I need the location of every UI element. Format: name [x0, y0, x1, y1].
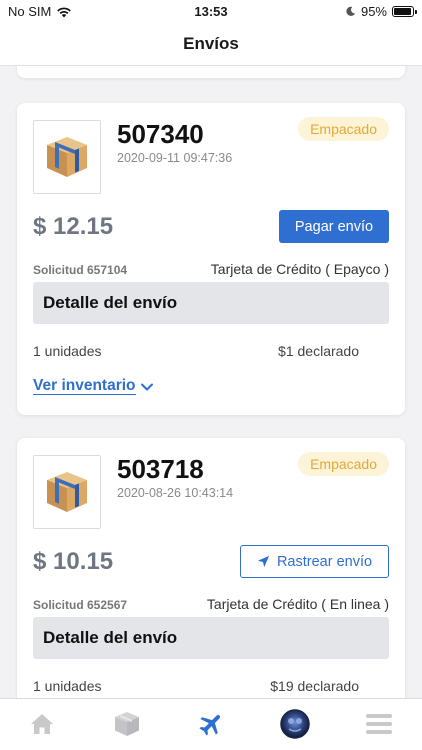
payment-method: Tarjeta de Crédito ( En linea ) — [206, 596, 389, 612]
menu-icon — [366, 714, 392, 734]
status-badge: Empacado — [298, 117, 389, 141]
shipment-detail-header[interactable]: Detalle del envío — [33, 617, 389, 659]
view-inventory-label: Ver inventario — [33, 377, 136, 395]
declared-value: $1 declarado — [278, 343, 359, 359]
moon-icon — [346, 6, 356, 16]
tab-bar — [0, 698, 422, 750]
shipment-number: 503718 — [117, 454, 204, 484]
tab-profile[interactable] — [280, 709, 310, 739]
package-thumbnail — [33, 120, 101, 194]
shipment-date: 2020-08-26 10:43:14 — [117, 486, 234, 500]
units-count: 1 unidades — [33, 678, 102, 694]
page-title: Envíos — [183, 33, 239, 53]
pay-shipment-label: Pagar envío — [294, 218, 374, 235]
units-count: 1 unidades — [33, 343, 102, 359]
package-icon — [47, 137, 87, 177]
shipment-number: 507340 — [117, 119, 204, 149]
request-number: Solicitud 652567 — [33, 598, 128, 612]
box-icon — [115, 712, 139, 736]
avatar — [280, 709, 310, 739]
shipment-price: $ 12.15 — [33, 213, 114, 240]
shipment-card[interactable]: 507340 2020-09-11 09:47:36 Empacado $ 12… — [17, 103, 405, 415]
package-icon — [47, 472, 87, 512]
track-shipment-label: Rastrear envío — [276, 553, 373, 570]
declared-value: $19 declarado — [270, 678, 359, 694]
airplane-icon — [199, 714, 221, 736]
pay-shipment-button[interactable]: Pagar envío — [279, 210, 389, 243]
location-arrow-icon — [257, 555, 270, 568]
payment-method: Tarjeta de Crédito ( Epayco ) — [210, 261, 389, 277]
tab-packages[interactable] — [112, 709, 142, 739]
request-number: Solicitud 657104 — [33, 263, 128, 277]
previous-shipment-card[interactable] — [17, 66, 405, 78]
chevron-down-icon — [140, 383, 153, 390]
tab-home[interactable] — [27, 709, 57, 739]
shipment-date: 2020-09-11 09:47:36 — [117, 151, 233, 165]
view-inventory-link[interactable]: Ver inventario — [33, 378, 154, 395]
battery-percent: 95% — [360, 4, 387, 19]
shipment-price: $ 10.15 — [33, 548, 114, 575]
tab-shipments[interactable] — [196, 709, 226, 739]
shipments-list[interactable]: 507340 2020-09-11 09:47:36 Empacado $ 12… — [0, 66, 422, 698]
home-icon — [31, 714, 53, 734]
battery-icon — [392, 6, 417, 17]
tab-menu[interactable] — [364, 709, 394, 739]
shipment-card[interactable]: 503718 2020-08-26 10:43:14 Empacado $ 10… — [17, 438, 405, 698]
battery-group: 95% — [345, 4, 417, 19]
shipment-detail-header[interactable]: Detalle del envío — [33, 282, 389, 324]
battery-level — [394, 8, 412, 15]
status-badge: Empacado — [298, 452, 389, 476]
navigation-bar: Envíos — [0, 22, 422, 66]
package-thumbnail — [33, 455, 101, 529]
status-bar: No SIM 13:53 95% — [0, 0, 422, 22]
track-shipment-button[interactable]: Rastrear envío — [240, 545, 389, 578]
